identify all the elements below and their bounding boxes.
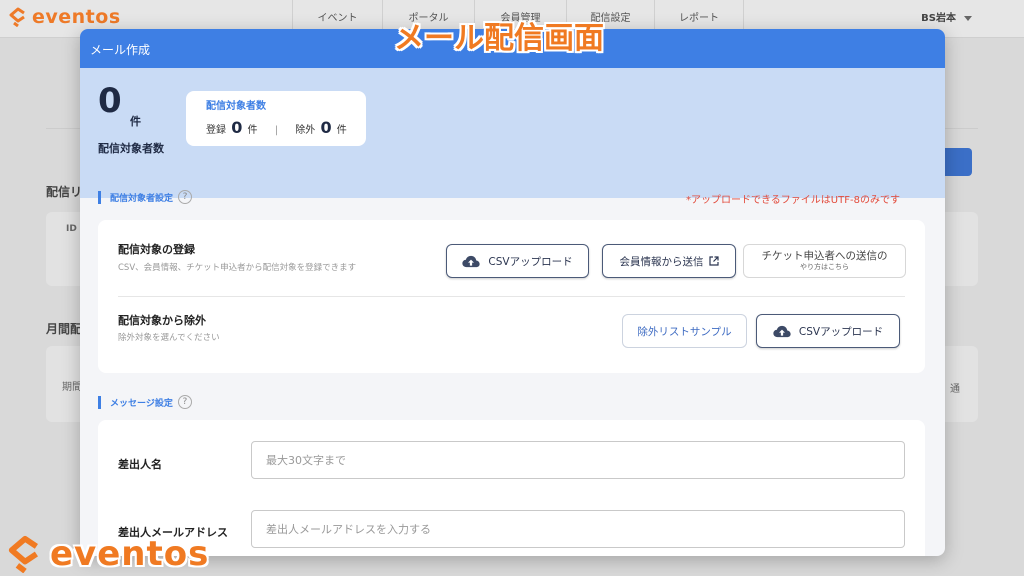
cloud-upload-icon [462,255,481,267]
registered-unit: 件 [247,125,258,136]
section-accent-bar [98,190,101,204]
help-icon[interactable]: ? [178,190,193,204]
register-subtitle: CSV、会員情報、チケット申込者から配信対象を登録できます [118,263,357,273]
breakdown-row: 登録 0 件 | 除外 0 件 [206,118,347,137]
row-divider [118,296,905,297]
mail-compose-modal: メール作成 0 件 配信対象者数 配信対象者数 登録 0 件 | 除外 0 件 … [80,29,945,556]
breakdown-title: 配信対象者数 [206,101,266,112]
ticket-guide-sublabel: やり方はこちら [800,263,849,272]
exclude-title: 配信対象から除外 [118,314,206,327]
message-settings-title: メッセージ設定 [110,398,173,409]
overlay-caption: メール配信画面 [394,21,604,56]
background-right-label: 通 [950,384,960,395]
registered-label: 登録 [206,125,226,136]
chevron-down-icon [964,15,972,21]
excluded-count: 0 [320,118,332,137]
register-title: 配信対象の登録 [118,243,195,256]
section-accent-bar [98,395,101,409]
send-from-member-info-button[interactable]: 会員情報から送信 [602,244,736,278]
sender-name-label: 差出人名 [118,458,162,471]
recipient-total-unit: 件 [130,115,141,128]
ticket-guide-label: チケット申込者への送信の [761,250,888,263]
message-settings-panel: 差出人名 差出人メールアドレス [98,420,925,556]
background-monthly-title: 月間配 [46,322,83,336]
app-logo[interactable]: eventos [8,6,121,28]
registered-count: 0 [231,118,243,137]
sender-name-input[interactable] [251,441,905,479]
app-logo-text: eventos [32,6,121,28]
target-settings-title: 配信対象者設定 [110,193,174,204]
breakdown-separator: | [274,125,279,136]
recipient-total-count: 0 [98,81,122,121]
recipient-total-label: 配信対象者数 [98,142,164,155]
external-link-icon [708,256,719,266]
help-icon[interactable]: ? [177,395,192,409]
eventos-logo-icon [9,7,25,27]
message-settings-heading: メッセージ設定 ? [98,395,192,409]
send-from-member-info-label: 会員情報から送信 [619,255,704,268]
modal-title: メール作成 [90,43,151,57]
excluded-unit: 件 [336,125,347,136]
ticket-applicant-guide-button[interactable]: チケット申込者への送信の やり方はこちら [743,244,906,278]
sender-email-input[interactable] [251,510,905,548]
background-period-label: 期間 [62,382,82,393]
register-csv-upload-label: CSVアップロード [488,255,573,268]
user-name: BS岩本 [921,13,956,24]
cloud-upload-icon [773,325,791,337]
background-section-title: 配信リ [46,185,83,199]
exclude-list-sample-button[interactable]: 除外リストサンプル [622,314,747,348]
target-settings-panel: 配信対象の登録 CSV、会員情報、チケット申込者から配信対象を登録できます CS… [98,220,925,373]
eventos-logo-icon [8,535,38,573]
exclude-list-sample-label: 除外リストサンプル [637,325,732,338]
exclude-csv-upload-label: CSVアップロード [798,325,884,338]
watermark-text: eventos [50,534,210,574]
watermark-logo: eventos [6,534,209,574]
target-settings-heading: 配信対象者設定 ? [98,190,193,204]
utf8-notice: *アップロードできるファイルはUTF-8のみです [686,195,900,206]
register-csv-upload-button[interactable]: CSVアップロード [446,244,589,278]
exclude-csv-upload-button[interactable]: CSVアップロード [756,314,900,348]
exclude-subtitle: 除外対象を選んでください [118,333,220,343]
background-column-id: ID [66,224,77,234]
recipient-breakdown-card: 配信対象者数 登録 0 件 | 除外 0 件 [186,91,366,146]
excluded-label: 除外 [295,125,316,136]
